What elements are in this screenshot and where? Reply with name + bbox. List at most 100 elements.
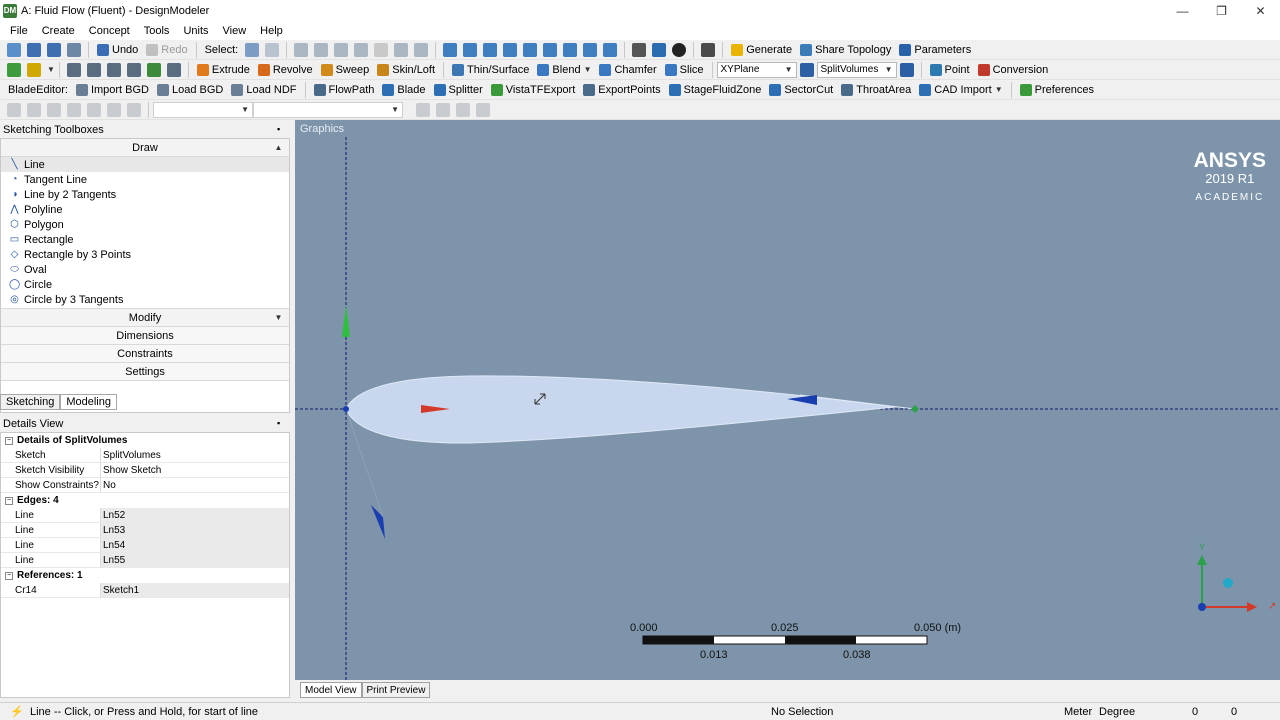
sketch-action-1-icon[interactable] xyxy=(416,102,430,117)
save-icon[interactable] xyxy=(27,42,41,57)
menu-file[interactable]: File xyxy=(3,25,35,37)
chamfer-button[interactable]: Chamfer xyxy=(595,61,660,79)
parameters-button[interactable]: Parameters xyxy=(895,41,975,59)
edge-filter-icon[interactable] xyxy=(314,42,329,57)
select-all-icon[interactable] xyxy=(414,42,429,57)
graphics-viewport[interactable]: ↗ Y ANSYS 2019 R1 ACADEMIC 0.000 0.025 0… xyxy=(295,137,1280,680)
plane-select[interactable]: XYPlane ▼ xyxy=(716,61,797,78)
exportpoints-button[interactable]: ExportPoints xyxy=(579,81,664,99)
draw-tool-line-by-2-tangents[interactable]: ◑ Line by 2 Tangents xyxy=(1,187,289,202)
cad-import-button[interactable]: CAD Import ▼ xyxy=(915,81,1006,99)
menu-concept[interactable]: Concept xyxy=(82,25,137,37)
new-plane-icon[interactable] xyxy=(7,62,21,77)
draw-tool-circle[interactable]: ◯ Circle xyxy=(1,277,289,292)
extend-icon[interactable] xyxy=(374,42,389,57)
sketch-tool-6-icon[interactable] xyxy=(166,62,181,77)
slice-button[interactable]: Slice xyxy=(661,61,708,79)
active-body-select[interactable]: SplitVolumes ▼ xyxy=(816,61,897,78)
collapse-icon[interactable]: − xyxy=(5,436,13,445)
share-topology-button[interactable]: Share Topology xyxy=(796,41,895,59)
menu-help[interactable]: Help xyxy=(253,25,290,37)
status-angle-unit[interactable]: Degree xyxy=(1099,706,1135,718)
extrude-button[interactable]: Extrude xyxy=(193,61,254,79)
restore-button[interactable]: ❐ xyxy=(1202,0,1241,21)
new-icon[interactable] xyxy=(7,42,21,57)
triad-icon[interactable] xyxy=(632,42,647,57)
zoom-icon[interactable] xyxy=(483,42,498,57)
sketch-edit-3-icon[interactable] xyxy=(47,102,61,117)
model-canvas[interactable]: ↗ Y xyxy=(295,137,1280,680)
new-sketch-on-plane-icon[interactable] xyxy=(899,62,914,77)
sketch-filter-select[interactable]: ▼ xyxy=(153,101,253,118)
close-button[interactable]: ✕ xyxy=(1241,0,1280,21)
sketch-tool-1-icon[interactable] xyxy=(66,62,81,77)
skin-loft-button[interactable]: Skin/Loft xyxy=(373,61,439,79)
stagefluidzone-button[interactable]: StageFluidZone xyxy=(665,81,766,99)
save-as-icon[interactable] xyxy=(47,42,61,57)
vistatfexport-button[interactable]: VistaTFExport xyxy=(487,81,580,99)
select-mode-icon[interactable] xyxy=(245,42,260,57)
collapse-icon[interactable]: − xyxy=(5,571,13,580)
pin-icon[interactable]: ▪ xyxy=(277,124,285,134)
edge-row[interactable]: Line Ln53 xyxy=(1,523,289,538)
sketch-action-2-icon[interactable] xyxy=(436,102,450,117)
edge-row[interactable]: Line Ln54 xyxy=(1,538,289,553)
new-plane-origin-icon[interactable] xyxy=(799,62,814,77)
sketch-tool-2-icon[interactable] xyxy=(86,62,101,77)
display-model-icon[interactable] xyxy=(672,42,687,57)
menu-units[interactable]: Units xyxy=(176,25,215,37)
new-sketch-icon[interactable] xyxy=(27,62,41,77)
sweep-button[interactable]: Sweep xyxy=(317,61,374,79)
face-filter-icon[interactable] xyxy=(334,42,349,57)
details-heading[interactable]: − Details of SplitVolumes xyxy=(1,433,289,448)
detail-row[interactable]: Show Constraints? No xyxy=(1,478,289,493)
display-plane-icon[interactable] xyxy=(652,42,667,57)
edge-row[interactable]: Line Ln55 xyxy=(1,553,289,568)
draw-tool-polyline[interactable]: ⋀ Polyline xyxy=(1,202,289,217)
sketch-action-4-icon[interactable] xyxy=(476,102,490,117)
point-filter-icon[interactable] xyxy=(294,42,309,57)
sketch-edit-6-icon[interactable] xyxy=(107,102,121,117)
status-length-unit[interactable]: Meter xyxy=(1064,706,1092,718)
throatarea-button[interactable]: ThroatArea xyxy=(837,81,915,99)
detail-row[interactable]: Sketch Visibility Show Sketch xyxy=(1,463,289,478)
isometric-icon[interactable] xyxy=(603,42,618,57)
sketch-action-3-icon[interactable] xyxy=(456,102,470,117)
rotate-icon[interactable] xyxy=(443,42,458,57)
edges-heading[interactable]: − Edges: 4 xyxy=(1,493,289,508)
import-bgd-button[interactable]: Import BGD xyxy=(72,81,153,99)
draw-tool-rectangle-3-points[interactable]: ◇ Rectangle by 3 Points xyxy=(1,247,289,262)
trailing-edge-point[interactable] xyxy=(911,405,919,413)
tab-modeling[interactable]: Modeling xyxy=(60,394,117,410)
sketch-edit-7-icon[interactable] xyxy=(127,102,141,117)
revolve-button[interactable]: Revolve xyxy=(254,61,317,79)
draw-group-header[interactable]: Draw ▲ xyxy=(1,139,289,157)
pin-icon[interactable]: ▪ xyxy=(277,418,285,428)
draw-tool-circle-3-tangents[interactable]: ◎ Circle by 3 Tangents xyxy=(1,292,289,307)
chevron-down-icon[interactable]: ▼ xyxy=(272,311,285,324)
constraints-group-header[interactable]: Constraints xyxy=(1,345,289,363)
collapse-icon[interactable]: − xyxy=(5,496,13,505)
dimensions-group-header[interactable]: Dimensions xyxy=(1,327,289,345)
sketch-edit-1-icon[interactable] xyxy=(7,102,21,117)
preferences-button[interactable]: Preferences xyxy=(1016,81,1098,99)
thin-surface-button[interactable]: Thin/Surface xyxy=(448,61,533,79)
sketch-tool-5-icon[interactable] xyxy=(146,62,161,77)
reference-row[interactable]: Cr14 Sketch1 xyxy=(1,583,289,598)
conversion-button[interactable]: Conversion xyxy=(974,61,1053,79)
pan-icon[interactable] xyxy=(463,42,478,57)
box-select-icon[interactable] xyxy=(394,42,409,57)
sketch-edit-5-icon[interactable] xyxy=(87,102,101,117)
draw-tool-rectangle[interactable]: ▭ Rectangle xyxy=(1,232,289,247)
sketch-select[interactable]: ▼ xyxy=(253,101,403,118)
detail-row[interactable]: Sketch SplitVolumes xyxy=(1,448,289,463)
origin-point[interactable] xyxy=(343,406,349,412)
blade-button[interactable]: Blade xyxy=(378,81,429,99)
look-at-icon[interactable] xyxy=(701,42,716,57)
zoom-fit-icon[interactable] xyxy=(523,42,538,57)
flowpath-button[interactable]: FlowPath xyxy=(310,81,379,99)
edge-row[interactable]: Line Ln52 xyxy=(1,508,289,523)
box-zoom-icon[interactable] xyxy=(503,42,518,57)
tab-sketching[interactable]: Sketching xyxy=(0,394,61,410)
tab-print-preview[interactable]: Print Preview xyxy=(361,682,431,698)
